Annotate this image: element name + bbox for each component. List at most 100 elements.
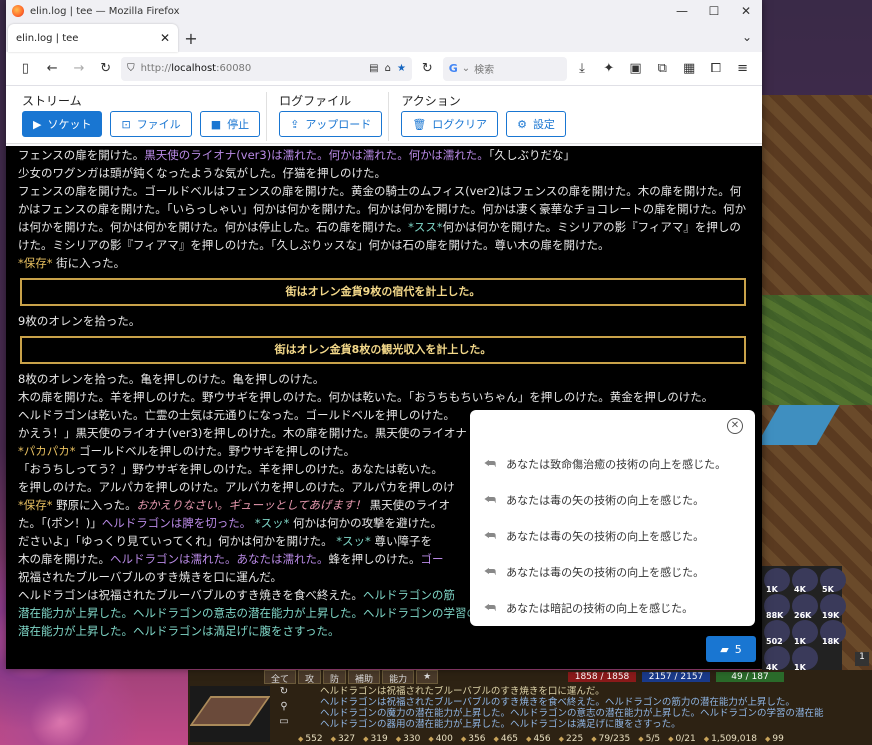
refresh-icon[interactable]: ↻ xyxy=(416,57,439,81)
chevron-down-icon[interactable]: ⌄ xyxy=(462,63,470,74)
puzzle-icon[interactable]: ⧠ xyxy=(704,57,727,81)
hud-side-icons: ↻ ⚲ ▭ xyxy=(276,686,292,727)
hud-tab-support[interactable]: 補助 xyxy=(348,670,381,685)
sp-bar: 49 / 187 xyxy=(716,672,784,682)
tab-strip: elin.log | tee ✕ + ⌄ xyxy=(6,22,762,52)
file-button[interactable]: ⊡ ファイル xyxy=(110,111,192,137)
settings-button[interactable]: ⚙ 設定 xyxy=(506,111,566,137)
log-line: 木の扉を開けた。羊を押しのけた。野ウサギを押しのけた。何かは乾いた。「おうちもち… xyxy=(18,390,714,404)
hotbar-slot[interactable]: 1K xyxy=(792,646,818,672)
hotbar-slot[interactable]: 18K xyxy=(820,620,846,646)
stat-value: 1,509,018 xyxy=(704,734,757,745)
url-bar[interactable]: ⛉ http://localhost:60080 ▤ ⌂ ★ xyxy=(121,56,412,81)
notification-item[interactable]: ⮪ あなたは暗記の技術の向上を感じた。 xyxy=(484,590,749,626)
game-log-line: ヘルドラゴンの魔力の潜在能力が上昇した。ヘルドラゴンの意志の潜在能力が上昇した。… xyxy=(320,708,824,719)
hotbar-slot[interactable]: 5K xyxy=(820,568,846,594)
game-grass xyxy=(760,295,872,405)
hud-tab-all[interactable]: 全て xyxy=(264,670,297,685)
upload-button[interactable]: ⇪ アップロード xyxy=(279,111,383,137)
container-icon[interactable]: ▣ xyxy=(624,57,647,81)
tab-title: elin.log | tee xyxy=(16,32,79,44)
hotbar-slot[interactable]: 502 xyxy=(764,620,790,646)
clear-log-button[interactable]: 🗑 ログクリア xyxy=(401,111,499,137)
hotbar-slot[interactable]: 88K xyxy=(764,594,790,620)
search-bar[interactable]: G ⌄ 検索 xyxy=(442,56,567,81)
stat-value: 99 xyxy=(765,734,783,745)
chevron-down-icon[interactable]: ⌄ xyxy=(742,30,752,44)
hotbar-slot[interactable]: 4K xyxy=(764,646,790,672)
hotbar-slot[interactable]: 26K xyxy=(792,594,818,620)
hud-tab-star[interactable]: ★ xyxy=(416,670,439,684)
rotate-icon[interactable]: ↻ xyxy=(280,686,288,697)
download-icon[interactable]: ⤓ xyxy=(571,57,594,81)
stat-value: 225 xyxy=(559,734,583,745)
close-tab-icon[interactable]: ✕ xyxy=(160,31,170,45)
notification-item[interactable]: ⮪ あなたは毒の矢の技術の向上を感じた。 xyxy=(484,554,749,590)
notification-count: 5 xyxy=(734,642,742,656)
logfile-label: ログファイル xyxy=(279,94,352,108)
log-highlight-box: 街はオレン金貨9枚の宿代を計上した。 xyxy=(20,278,746,306)
menu-icon[interactable]: ≡ xyxy=(731,57,754,81)
hotbar-slot[interactable]: 4K xyxy=(792,568,818,594)
trash-icon: 🗑 xyxy=(412,117,427,131)
browser-tab[interactable]: elin.log | tee ✕ xyxy=(8,24,178,52)
extension-icon[interactable]: ✦ xyxy=(597,57,620,81)
minimap-room xyxy=(190,696,270,726)
forward-icon[interactable]: → xyxy=(68,57,91,81)
stop-button[interactable]: ■ 停止 xyxy=(199,111,261,137)
pin-icon[interactable]: ⚲ xyxy=(280,701,287,712)
new-tab-button[interactable]: + xyxy=(178,24,204,52)
minimap[interactable] xyxy=(190,686,270,742)
back-icon[interactable]: ← xyxy=(41,57,64,81)
gear-icon: ⚙ xyxy=(517,117,527,131)
panel-icon[interactable]: ▭ xyxy=(279,716,288,727)
shield-icon[interactable]: ⛉ xyxy=(127,63,135,74)
notification-item[interactable]: ⮪ あなたは毒の矢の技術の向上を感じた。 xyxy=(484,518,749,554)
hud-tabs: 全て 攻 防 補助 能力 ★ xyxy=(264,670,439,685)
reload-icon[interactable]: ↻ xyxy=(94,57,117,81)
side-number: 1 xyxy=(855,652,869,666)
stat-value: 552 xyxy=(298,734,322,745)
hud-tab-defense[interactable]: 防 xyxy=(323,670,347,685)
reply-icon: ⮪ xyxy=(484,564,497,580)
log-line: 9枚のオレンを拾った。 xyxy=(18,314,141,328)
stat-value: 400 xyxy=(428,734,453,745)
action-group: アクション 🗑 ログクリア ⚙ 設定 xyxy=(399,92,572,141)
addon-icon[interactable]: ▦ xyxy=(678,57,701,81)
stat-value: 456 xyxy=(526,734,550,745)
action-label: アクション xyxy=(401,94,461,108)
stop-circle-icon: ■ xyxy=(210,117,222,131)
bookmark-star-icon[interactable]: ★ xyxy=(397,63,406,74)
search-input[interactable]: 検索 xyxy=(474,61,494,76)
reader-icon[interactable]: ▤ xyxy=(369,63,378,74)
play-circle-icon: ▶ xyxy=(33,117,42,131)
hud-tab-ability[interactable]: 能力 xyxy=(382,670,415,685)
notification-list: ⮪ あなたは致命傷治癒の技術の向上を感じた。 ⮪ あなたは毒の矢の技術の向上を感じた… xyxy=(484,446,749,626)
hotbar-slot[interactable]: 1K xyxy=(764,568,790,594)
minimize-icon[interactable]: — xyxy=(666,4,698,18)
game-hotbar: 1K 4K 5K 88K 26K 19K 502 1K 18K 4K 1K xyxy=(762,566,846,672)
close-icon[interactable]: ✕ xyxy=(727,418,743,434)
socket-button[interactable]: ▶ ソケット xyxy=(22,111,103,137)
stat-value: 327 xyxy=(331,734,355,745)
screenshot-icon[interactable]: ⧉ xyxy=(651,57,674,81)
close-window-icon[interactable]: ✕ xyxy=(730,4,762,18)
stat-value: 465 xyxy=(493,734,518,745)
sidebar-icon[interactable]: ▯ xyxy=(14,57,37,81)
log-line: 少女のワグンガは頭が鈍くなったような気がした。仔猫を押しのけた。 xyxy=(18,166,386,180)
reply-icon: ⮪ xyxy=(484,492,497,508)
log-line: フェンスの扉を開けた。ゴールドベルはフェンスの扉を開けた。黄金の騎士のムフィス(… xyxy=(18,184,747,252)
hotbar-slot[interactable]: 19K xyxy=(820,594,846,620)
maximize-icon[interactable]: ☐ xyxy=(698,4,730,18)
hud-tab-attack[interactable]: 攻 xyxy=(298,670,322,685)
notification-button[interactable]: ▰ 5 xyxy=(706,636,756,662)
hotbar-slot[interactable]: 1K xyxy=(792,620,818,646)
notification-item[interactable]: ⮪ あなたは致命傷治癒の技術の向上を感じた。 xyxy=(484,446,749,482)
notification-popup: ✕ ⮪ あなたは致命傷治癒の技術の向上を感じた。 ⮪ あなたは毒の矢の技術の向上を感… xyxy=(470,410,755,626)
upload-icon: ⇪ xyxy=(290,117,300,131)
home-icon[interactable]: ⌂ xyxy=(385,63,391,74)
window-titlebar[interactable]: elin.log | tee — Mozilla Firefox — ☐ ✕ xyxy=(6,0,762,22)
log-line: フェンスの扉を開けた。黒天使のライオナ(ver3)は濡れた。何かは濡れた。何かは… xyxy=(18,148,576,162)
url-text[interactable]: http://localhost:60080 xyxy=(141,63,364,74)
notification-item[interactable]: ⮪ あなたは毒の矢の技術の向上を感じた。 xyxy=(484,482,749,518)
